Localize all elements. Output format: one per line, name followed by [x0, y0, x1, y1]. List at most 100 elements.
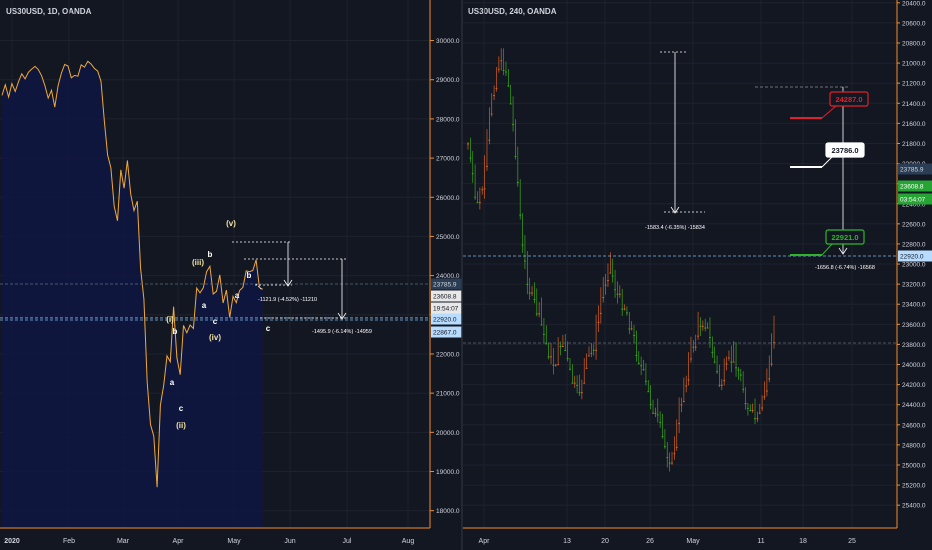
candle-body	[469, 157, 472, 159]
right-y-tick-label: 25200.0	[902, 483, 926, 490]
left-y-tick-label: 28000.0	[436, 116, 460, 123]
right-y-tick-label: 23400.0	[902, 302, 926, 309]
candle-body	[671, 462, 673, 464]
right-y-tick-label: 20400.0	[902, 0, 926, 7]
candle-body	[758, 412, 761, 414]
candle-body	[552, 364, 555, 366]
level-connector	[821, 156, 833, 168]
candle-body	[580, 392, 583, 394]
left-wave-label: a	[202, 301, 207, 310]
left-time-axis[interactable]: 2020 Feb Mar Apr May Jun Jul Aug	[0, 527, 430, 545]
left-price-tag: 23785.9	[431, 278, 462, 290]
right-grid	[463, 0, 897, 528]
left-plot-area[interactable]	[0, 60, 430, 529]
right-y-tick-label: 24600.0	[902, 422, 926, 429]
candle-body	[616, 293, 619, 295]
candle-body	[486, 165, 488, 167]
right-y-tick-label: 21200.0	[902, 81, 926, 88]
candle-body	[718, 384, 721, 386]
candle-body	[730, 361, 733, 363]
candle-body	[505, 71, 507, 73]
candle-body	[694, 346, 697, 348]
right-annotations: -1583.4 (-6.35%) -15834 -1656.8 (-6.74%) …	[645, 51, 875, 271]
candle-body	[528, 292, 531, 294]
left-y-tick-label: 19000.0	[436, 469, 460, 476]
left-wave-label: c	[179, 404, 184, 413]
candle-body	[751, 409, 754, 411]
left-x-tick-label: Jul	[343, 538, 352, 545]
candle-body	[680, 404, 683, 406]
left-price-tag: 22867.0	[431, 326, 462, 338]
candle-body	[626, 312, 628, 314]
left-price-axis[interactable]: 18000.019000.020000.021000.022000.023000…	[429, 0, 462, 536]
left-price-area	[2, 61, 263, 529]
candle-body	[633, 334, 635, 336]
candle-body	[656, 414, 659, 416]
candle-body	[476, 202, 479, 204]
left-y-tick-label: 25000.0	[436, 234, 460, 241]
level-value: 22921.0	[831, 233, 858, 242]
left-wave-label: b	[208, 250, 213, 259]
candle-body	[471, 173, 474, 175]
candle-body	[706, 327, 709, 329]
left-x-tick-label: 2020	[4, 538, 20, 545]
candle-body	[561, 345, 564, 347]
candle-body	[713, 361, 716, 363]
candle-body	[604, 284, 607, 286]
level-connector	[821, 243, 833, 256]
candle-body	[493, 95, 495, 97]
right-y-tick-label: 22800.0	[902, 241, 926, 248]
left-price-tag-text: 23608.8	[433, 294, 457, 301]
left-x-tick-label: May	[227, 538, 241, 545]
candle-body	[554, 364, 557, 366]
candle-body	[497, 68, 500, 70]
right-y-tick-label: 24000.0	[902, 362, 926, 369]
candle-body	[682, 400, 685, 402]
candle-body	[533, 298, 536, 300]
candle-body	[716, 371, 718, 373]
candle-body	[761, 407, 764, 409]
candle-body	[647, 391, 650, 393]
right-price-tag-text: 23785.9	[900, 167, 924, 174]
candle-body	[609, 272, 612, 274]
candle-body	[628, 328, 631, 330]
right-plot-area[interactable]	[463, 48, 897, 472]
right-x-tick-label: 11	[757, 538, 764, 545]
chart-canvas[interactable]: -1121.9 (-4.52%) -11210 -1495.9 (-6.14%) …	[0, 0, 932, 550]
candle-body	[516, 181, 519, 183]
candle-body	[770, 363, 773, 365]
right-price-axis[interactable]: 20400.0 20600.0 20800.0 21000.0 21200.0 21400…	[896, 0, 932, 528]
left-x-tick-label: Aug	[402, 538, 415, 545]
right-price-tag: 23785.9	[898, 163, 932, 175]
right-y-tick-label: 24400.0	[902, 402, 926, 409]
left-y-tick-label: 26000.0	[436, 195, 460, 202]
candle-body	[526, 283, 529, 285]
right-y-tick-label: 20800.0	[902, 40, 926, 47]
candle-body	[739, 374, 742, 376]
right-y-tick-label: 24800.0	[902, 442, 926, 449]
left-wave-label: c	[213, 317, 218, 326]
candle-body	[749, 409, 752, 411]
right-y-tick-label: 23600.0	[902, 322, 926, 329]
right-time-axis[interactable]: Apr 13 20 26 May 11 18 25	[463, 527, 897, 545]
right-x-tick-label: 26	[646, 538, 654, 545]
left-wave-label: a	[170, 378, 175, 387]
candle-body	[725, 363, 728, 365]
right-y-tick-label: 23200.0	[902, 282, 926, 289]
candle-body	[661, 436, 664, 438]
candle-body	[535, 313, 538, 315]
candle-body	[704, 327, 707, 329]
left-price-tag-text: 23785.9	[433, 282, 457, 289]
right-measure-label: -1583.4 (-6.35%) -15834	[645, 225, 705, 231]
candle-body	[495, 87, 498, 89]
left-wave-label: b	[173, 327, 178, 336]
right-x-tick-label: 20	[601, 538, 609, 545]
left-price-tag-text: 22867.0	[433, 330, 457, 337]
candle-body	[654, 412, 657, 414]
level-callout: 24287.0	[790, 91, 869, 119]
candle-body	[637, 362, 640, 364]
candle-body	[550, 356, 552, 358]
candle-body	[673, 453, 676, 455]
candle-body	[524, 260, 526, 262]
candle-body	[583, 382, 586, 384]
